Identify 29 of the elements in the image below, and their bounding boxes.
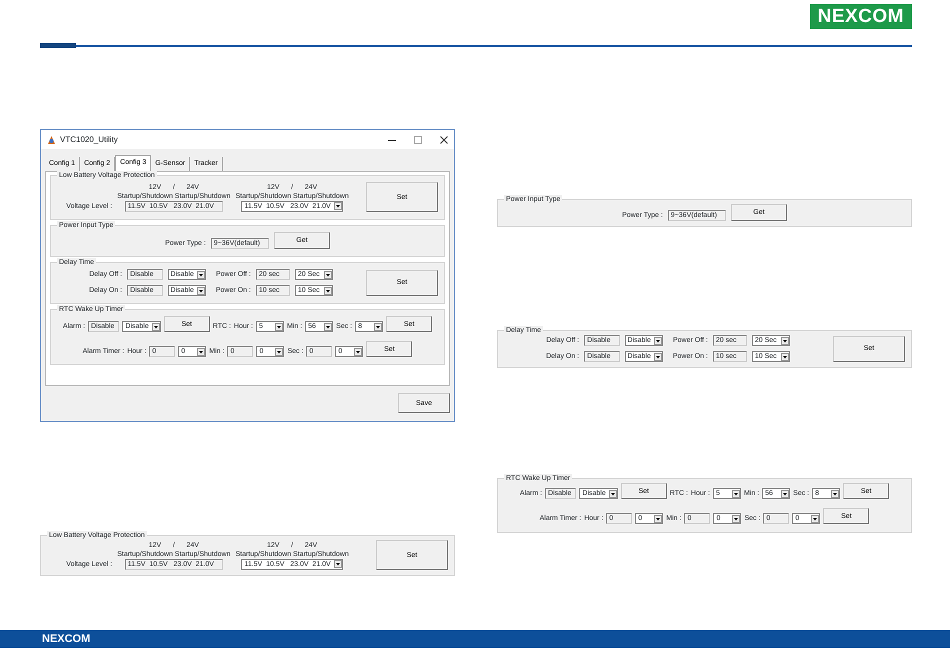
dropdown-arrow-icon[interactable] [274,322,283,331]
dropdown-arrow-icon[interactable] [654,514,662,522]
logo: NEXCOM [810,4,912,29]
dropdown-arrow-icon[interactable] [324,322,332,331]
close-icon[interactable] [440,136,448,144]
dropdown-arrow-icon[interactable] [197,348,206,356]
dropdown-arrow-icon[interactable] [811,514,820,522]
logo: NEXCOM [42,634,90,644]
dropdown-arrow-icon[interactable] [781,490,790,498]
dropdown-arrow-icon[interactable] [324,286,332,295]
app-icon [47,134,56,144]
dropdown-arrow-icon[interactable] [831,490,840,498]
dropdown-arrow-icon[interactable] [152,322,160,331]
dropdown-arrow-icon[interactable] [354,348,362,356]
dropdown-arrow-icon[interactable] [324,270,332,279]
window-title: VTC1020_Utility [60,134,118,146]
dropdown-arrow-icon[interactable] [196,286,205,295]
dropdown-arrow-icon[interactable] [780,352,789,360]
dropdown-arrow-icon[interactable] [275,348,284,356]
dropdown-arrow-icon[interactable] [334,202,342,210]
dropdown-arrow-icon[interactable] [732,490,740,498]
dropdown-arrow-icon[interactable] [654,336,662,344]
dropdown-arrow-icon[interactable] [780,336,789,344]
dropdown-arrow-icon[interactable] [374,322,382,331]
dropdown-arrow-icon[interactable] [334,560,342,568]
dropdown-arrow-icon[interactable] [608,490,617,498]
dropdown-arrow-icon[interactable] [196,270,205,279]
dropdown-arrow-icon[interactable] [732,514,740,522]
dropdown-arrow-icon[interactable] [654,352,662,360]
